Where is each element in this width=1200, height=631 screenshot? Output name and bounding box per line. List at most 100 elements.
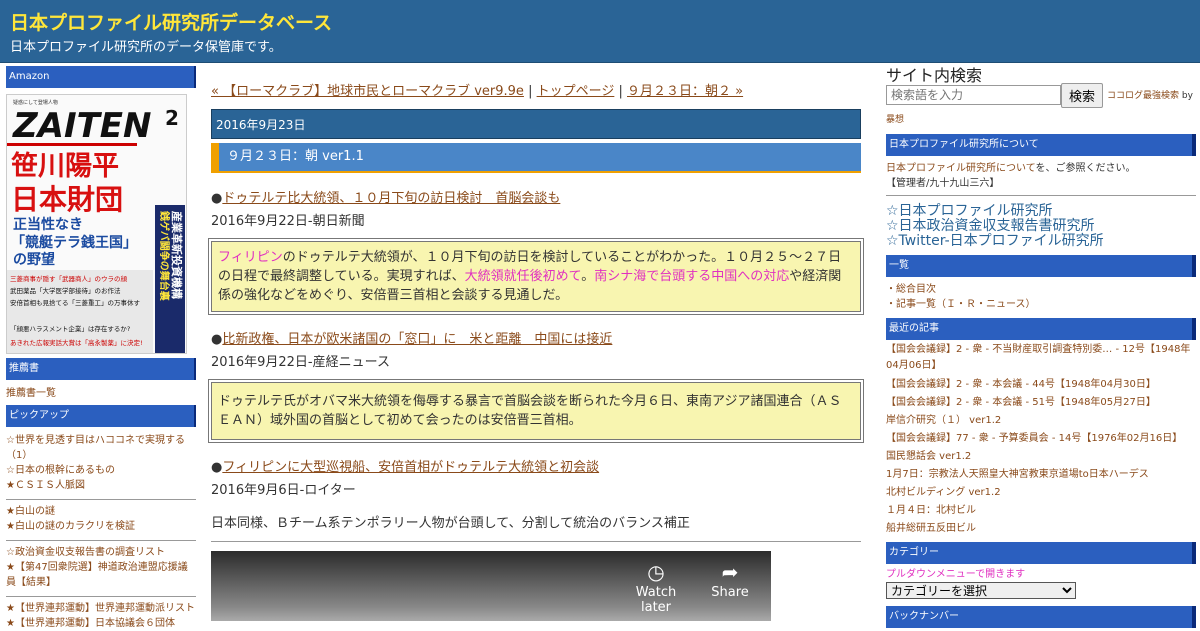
nav-separator: | [614,84,627,99]
site-header: 日本プロファイル研究所データベース 日本プロファイル研究所のデータ保管庫です。 [0,0,1200,63]
pickup-link[interactable]: ★ＣＳＩＳ人脈図 [6,478,196,493]
magazine-cover-image[interactable]: 疑惑にして登場人物 ZAITEN 2 笹川陽平 日本財団 正当性なき 「競艇テラ… [6,94,187,354]
recommend-heading: 推薦書 [6,358,196,380]
site-description: 日本プロファイル研究所のデータ保管庫です。 [10,40,282,55]
article-1: ●ドゥテルテ比大統領、１０月下旬の訪日検討 首脳会談も 2016年9月22日-朝… [208,187,864,315]
magazine-line-2: 武田薬品「大学医学部接待」のお作法 [10,286,121,295]
magazine-line-5: あきれた広報実話大賞は「高永製薬」に決定! [10,338,143,347]
top-page-link[interactable]: トップページ [537,84,615,99]
about-link[interactable]: 日本プロファイル研究所について [886,163,1036,174]
featured-link[interactable]: ☆日本政治資金収支報告書研究所 [886,219,1196,234]
search-credit-by: by [1179,91,1193,101]
recent-post-link[interactable]: 船井総研五反田ビル [886,520,1196,538]
watch-later-label: Watch later [635,585,677,615]
magazine-issue: 2 [165,106,179,130]
site-title[interactable]: 日本プロファイル研究所データベース [10,8,332,35]
amazon-heading: Amazon [6,66,196,88]
pickup-link[interactable]: ★【第47回衆院選】神道政治連盟応援議員【結果】 [6,560,196,590]
pickup-heading: ピックアップ [6,405,196,427]
recent-post-link[interactable]: 【国会会議録】77 - 衆 - 予算委員会 - 14号【1976年02月16日】 [886,430,1196,448]
pickup-group-1: ☆世界を見透す目はハココネで実現する（1） ☆日本の根幹にあるもの ★ＣＳＩＳ人… [6,433,196,493]
share-icon: ➦ [721,560,739,584]
category-select[interactable]: カテゴリーを選択 [886,582,1076,599]
quote-highlight: 大統領就任後初めて [464,269,582,284]
pickup-group-3: ☆政治資金収支報告書の調査リスト ★【第47回衆院選】神道政治連盟応援議員【結果… [6,545,196,590]
recent-post-link[interactable]: １月４日：北村ビル [886,502,1196,520]
search-author[interactable]: 暴想 [886,113,1196,128]
recent-post-link[interactable]: 【国会会議録】2 - 衆 - 不当財産取引調査特別委… - 12号【1948年0… [886,342,1196,376]
bullet: ● [211,191,223,206]
magazine-right-column-2: 銭ゲバ闘争の舞台裏 [158,210,171,302]
recent-post-link[interactable]: 北村ビルディング ver1.2 [886,484,1196,502]
watch-later-button[interactable]: ◷ Watch later [621,559,691,615]
featured-link[interactable]: ☆日本プロファイル研究所 [886,204,1196,219]
category-note: プルダウンメニューで開きます [886,569,1026,580]
list-heading: 一覧 [886,255,1196,277]
recent-post-link[interactable]: 岸信介研究（１） ver1.2 [886,412,1196,430]
article-source: 2016年9月22日-朝日新聞 [211,214,365,229]
pickup-group-4: ★【世界連邦運動】世界連邦運動派リスト ★【世界連邦運動】日本協議会６団体 [6,601,196,631]
recent-post-link[interactable]: 【国会会議録】2 - 衆 - 本会議 - 44号【1948年04月30日】 [886,376,1196,394]
search-input[interactable] [886,85,1061,105]
magazine-line-1: 三菱商事が隠す「武器商人」のウラの顔 [10,274,128,283]
pickup-link[interactable]: ☆世界を見透す目はハココネで実現する（1） [6,433,196,463]
about-heading: 日本プロファイル研究所について [886,134,1196,156]
article-3: ●フィリピンに大型巡視船、安倍首相がドゥテルテ大統領と初会談 2016年9月6日… [211,456,861,498]
backnumber-heading: バックナンバー [886,606,1196,628]
quote-highlight: 南シナ海で台頭する中国への対応 [594,269,790,284]
category-heading: カテゴリー [886,542,1196,564]
article-link[interactable]: ドゥテルテ比大統領、１０月下旬の訪日検討 首脳会談も [222,191,560,206]
article-link[interactable]: 比新政権、日本が欧米諸国の「窓口」に 米と距離 中国には接近 [222,332,612,347]
admin-label: 【管理者/九十九山三六】 [886,178,1000,189]
recent-post-link[interactable]: 1月7日：宗教法人天照皇大神宮教東京道場to日本ハーデス [886,466,1196,484]
list-link[interactable]: ・総合目次 [886,282,1196,297]
divider [211,541,861,542]
share-label: Share [711,585,749,600]
divider [6,540,196,541]
recommend-list-link[interactable]: 推薦書一覧 [6,386,196,401]
article-quote: ドゥテルテ氏がオバマ米大統領を侮辱する暴言で首脳会談を断られた今月６日、東南アジ… [208,379,864,443]
video-embed[interactable]: ◷ Watch later ➦ Share [211,551,771,621]
post-navigation: « 【ローマクラブ】地球市民とローマクラブ ver9.9e | トップページ |… [211,80,861,99]
clock-icon: ◷ [647,560,665,584]
featured-link[interactable]: ☆Twitter-日本プロファイル研究所 [886,234,1196,249]
author-comment: 日本同様、Ｂチーム系テンポラリー人物が台頭して、分割して統治のバランス補正 [211,516,690,531]
divider [6,499,196,500]
recent-post-link[interactable]: 【国会会議録】2 - 衆 - 本会議 - 51号【1948年05月27日】 [886,394,1196,412]
article-link[interactable]: フィリピンに大型巡視船、安倍首相がドゥテルテ大統領と初会談 [222,460,599,475]
search-credit-link[interactable]: ココログ最強検索 [1107,91,1179,101]
pickup-link[interactable]: ★【世界連邦運動】世界連邦運動派リスト [6,601,196,616]
prev-post-link[interactable]: « 【ローマクラブ】地球市民とローマクラブ ver9.9e [211,84,524,99]
magazine-line-3: 安倍首相も見捨てる「三菱重工」の万事休す [10,298,141,307]
magazine-masthead: ZAITEN [12,106,152,146]
pickup-link[interactable]: ★【世界連邦運動】日本協議会６団体 [6,616,196,631]
magazine-sub-3: の野望 [13,251,55,268]
article-2: ●比新政権、日本が欧米諸国の「窓口」に 米と距離 中国には接近 2016年9月2… [208,328,864,443]
search-title: サイト内検索 [886,66,983,85]
article-source: 2016年9月22日-産経ニュース [211,355,390,370]
magazine-headline-1: 笹川陽平 [11,151,119,182]
magazine-headline-2: 日本財団 [11,183,123,216]
article-source: 2016年9月6日-ロイター [211,483,356,498]
article-quote: フィリピンのドゥテルテ大統領が、１０月下旬の訪日を検討していることがわかった。１… [208,238,864,315]
list-link[interactable]: ・記事一覧（Ｉ・Ｒ・ニュース） [886,297,1196,312]
featured-links: ☆日本プロファイル研究所 ☆日本政治資金収支報告書研究所 ☆Twitter-日本… [886,195,1196,249]
pickup-link[interactable]: ★白山の謎 [6,504,196,519]
recent-post-link[interactable]: 国民懇話会 ver1.2 [886,448,1196,466]
search-button[interactable]: 検索 [1061,83,1103,108]
right-sidebar: サイト内検索 検索 ココログ最強検索 by 暴想 日本プロファイル研究所について… [886,66,1196,628]
bullet: ● [211,460,223,475]
next-post-link[interactable]: ９月２３日：朝２ » [627,84,743,99]
pickup-link[interactable]: ☆政治資金収支報告書の調査リスト [6,545,196,560]
pickup-group-2: ★白山の謎 ★白山の謎のカラクリを検証 [6,504,196,534]
search-form: 検索 ココログ最強検索 by [886,83,1196,109]
share-button[interactable]: ➦ Share [695,559,765,600]
pickup-link[interactable]: ★白山の謎のカラクリを検証 [6,519,196,534]
post-title[interactable]: ９月２３日：朝 ver1.1 [211,143,861,173]
search-credit: ココログ最強検索 by [1107,89,1193,104]
pickup-link[interactable]: ☆日本の根幹にあるもの [6,463,196,478]
recent-heading: 最近の記事 [886,318,1196,340]
quote-text: 。 [581,269,595,284]
post-date: 2016年9月23日 [211,109,861,139]
magazine-top-note: 疑惑にして登場人物 [13,99,58,106]
